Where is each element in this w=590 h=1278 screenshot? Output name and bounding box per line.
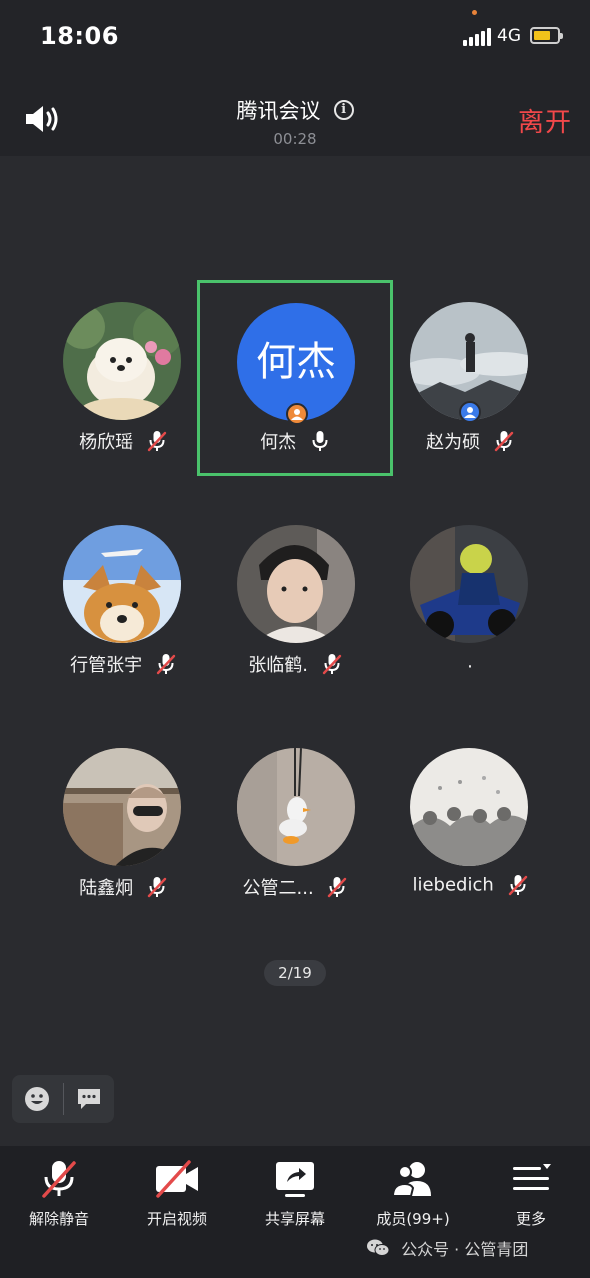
participant-tile[interactable]: 行管张宇 — [25, 506, 221, 702]
shiba-photo-icon — [63, 525, 181, 643]
cohost-badge-icon — [459, 401, 481, 423]
dog-photo-icon — [63, 302, 181, 420]
participant-name: 行管张宇 — [70, 655, 143, 676]
mic-muted-icon — [147, 877, 167, 898]
participant-tile[interactable]: liebedich — [372, 729, 568, 925]
info-icon[interactable]: i — [333, 100, 354, 120]
leave-button[interactable]: 离开 — [518, 102, 572, 139]
emoji-icon[interactable] — [24, 1086, 50, 1112]
mic-off-icon — [42, 1161, 76, 1198]
avatar — [410, 525, 528, 643]
portrait-photo-icon — [237, 525, 355, 643]
participant-tile-active-speaker[interactable]: 何杰 何杰 — [197, 280, 393, 476]
avatar — [237, 525, 355, 643]
avatar — [410, 748, 528, 866]
mic-muted-icon — [147, 431, 167, 452]
meeting-title-row[interactable]: 腾讯会议 i — [0, 95, 590, 125]
mic-muted-icon — [494, 431, 514, 452]
mic-muted-icon — [328, 877, 347, 898]
chat-icon[interactable] — [76, 1086, 102, 1112]
battery-icon — [530, 27, 563, 44]
participant-tile[interactable]: 陆鑫炯 — [25, 729, 221, 925]
start-video-label: 开启视频 — [146, 1210, 207, 1228]
avatar — [63, 525, 181, 643]
avatar — [63, 302, 181, 420]
participant-tile[interactable]: 杨欣瑶 — [25, 283, 221, 479]
share-screen-button[interactable]: 共享屏幕 — [240, 1158, 350, 1238]
watermark: 公众号 · 公管青团 — [366, 1236, 528, 1260]
network-type: 4G — [497, 26, 521, 46]
participant-name: 张临鹤. — [248, 655, 308, 676]
participant-name: 赵为硕 — [426, 432, 481, 453]
unmute-button[interactable]: 解除静音 — [4, 1158, 114, 1238]
participant-name: 公管二... — [242, 878, 314, 899]
crowd-sketch-icon — [410, 748, 528, 866]
meeting-duration: 00:28 — [273, 130, 317, 148]
more-menu-icon — [513, 1164, 551, 1190]
members-icon — [391, 1162, 431, 1197]
participant-tile[interactable]: 赵为硕 — [372, 283, 568, 479]
status-time: 18:06 — [40, 22, 119, 50]
host-badge-icon — [286, 403, 308, 425]
members-label: 成员(99+) — [376, 1210, 450, 1228]
participant-name: liebedich — [412, 874, 494, 896]
more-label: 更多 — [515, 1210, 546, 1228]
unmute-label: 解除静音 — [28, 1210, 89, 1228]
share-screen-label: 共享屏幕 — [264, 1210, 325, 1228]
mic-icon — [312, 431, 328, 451]
members-button[interactable]: 成员(99+) — [358, 1158, 468, 1238]
top-bar: 18:06 4G 腾讯会议 i 00:28 离开 — [0, 0, 590, 156]
participant-name-row: . — [372, 651, 568, 673]
participant-name: 何杰 — [260, 432, 297, 453]
avatar — [237, 748, 355, 866]
start-video-button[interactable]: 开启视频 — [122, 1158, 232, 1238]
participant-name-row: 张临鹤. — [197, 651, 393, 677]
participant-name-row: 杨欣瑶 — [25, 428, 221, 454]
video-off-icon — [156, 1160, 198, 1198]
share-screen-icon — [276, 1162, 314, 1197]
motorcycle-photo-icon — [410, 525, 528, 643]
participant-tile[interactable]: . — [372, 506, 568, 702]
mic-muted-icon — [508, 875, 527, 896]
duck-toy-photo-icon — [237, 748, 355, 866]
participant-name: . — [467, 651, 473, 673]
participant-name-row: 赵为硕 — [372, 428, 568, 454]
meeting-title: 腾讯会议 — [236, 99, 321, 123]
mic-muted-icon — [322, 654, 341, 675]
privacy-indicator-dot — [472, 10, 477, 15]
page-indicator: 2/19 — [264, 960, 326, 986]
selfie-photo-icon — [63, 748, 181, 866]
participant-tile[interactable]: 张临鹤. — [197, 506, 393, 702]
participant-name: 杨欣瑶 — [79, 432, 134, 453]
mic-muted-icon — [156, 654, 176, 675]
wechat-icon — [367, 1239, 390, 1256]
participant-name-row: 行管张宇 — [25, 651, 221, 677]
participant-name-row: liebedich — [372, 874, 568, 896]
reaction-chat-widget — [12, 1075, 114, 1123]
participant-name-row: 陆鑫炯 — [25, 874, 221, 900]
participant-name-row: 何杰 — [200, 428, 390, 454]
signal-icon — [463, 28, 491, 46]
participant-tile[interactable]: 公管二... — [197, 729, 393, 925]
more-button[interactable]: 更多 — [476, 1158, 586, 1238]
avatar — [63, 748, 181, 866]
divider — [63, 1083, 64, 1115]
participant-name: 陆鑫炯 — [79, 878, 134, 899]
watermark-text: 公众号 · 公管青团 — [401, 1240, 529, 1259]
participant-name-row: 公管二... — [197, 874, 393, 900]
